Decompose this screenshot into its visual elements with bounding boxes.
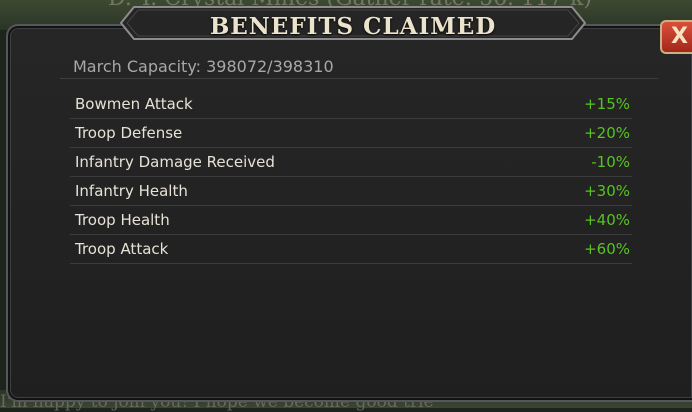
benefit-value: +15%	[584, 95, 630, 113]
benefit-name: Infantry Damage Received	[75, 153, 275, 171]
benefit-value: +20%	[584, 124, 630, 142]
benefit-value: +40%	[584, 211, 630, 229]
benefit-name: Bowmen Attack	[75, 95, 193, 113]
benefit-name: Troop Defense	[75, 124, 183, 142]
close-button[interactable]: X	[660, 20, 692, 54]
benefit-row: Infantry Health +30%	[70, 177, 632, 206]
benefit-value: +30%	[584, 182, 630, 200]
benefit-row: Bowmen Attack +15%	[70, 90, 632, 119]
benefit-value: -10%	[591, 153, 630, 171]
benefit-row: Troop Attack +60%	[70, 235, 632, 264]
title-plate: BENEFITS CLAIMED	[120, 6, 586, 40]
benefit-name: Troop Health	[75, 211, 170, 229]
benefit-name: Infantry Health	[75, 182, 188, 200]
benefit-row: Troop Health +40%	[70, 206, 632, 235]
benefits-list: Bowmen Attack +15% Troop Defense +20% In…	[70, 90, 632, 264]
divider	[60, 78, 658, 79]
march-capacity: March Capacity: 398072/398310	[73, 57, 334, 76]
benefit-name: Troop Attack	[75, 240, 169, 258]
benefit-row: Troop Defense +20%	[70, 119, 632, 148]
benefit-value: +60%	[584, 240, 630, 258]
dialog-title: BENEFITS CLAIMED	[209, 13, 497, 40]
close-icon: X	[671, 24, 688, 49]
benefit-row: Infantry Damage Received -10%	[70, 148, 632, 177]
